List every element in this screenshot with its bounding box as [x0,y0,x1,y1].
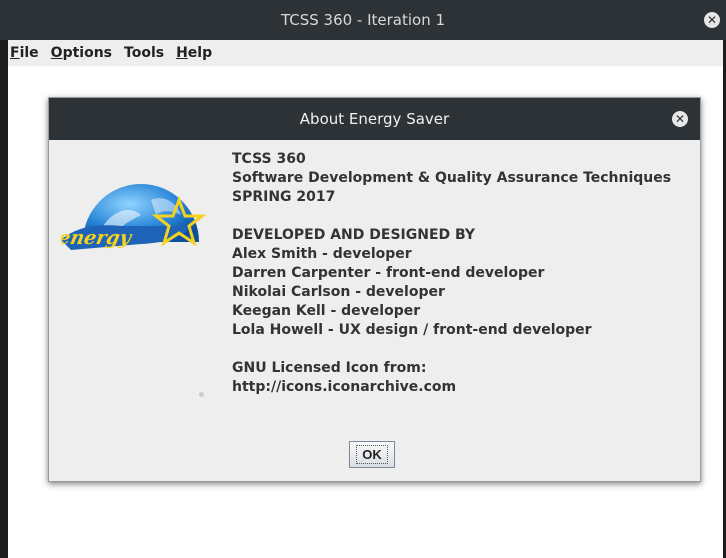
dialog-titlebar[interactable]: About Energy Saver ✕ [49,98,700,140]
close-icon[interactable]: ✕ [704,12,720,28]
window-titlebar[interactable]: TCSS 360 - Iteration 1 ✕ [0,0,726,40]
dialog-title: About Energy Saver [299,110,450,128]
about-dialog: About Energy Saver ✕ energy TCSS 360 Sof… [48,97,701,482]
msg-line: GNU Licensed Icon from: [232,360,427,376]
menu-options[interactable]: Options [51,45,112,61]
msg-line: DEVELOPED AND DESIGNED BY [232,227,476,243]
msg-line: Lola Howell - UX design / front-end deve… [232,322,592,338]
msg-line: SPRING 2017 [232,189,336,205]
window-title: TCSS 360 - Iteration 1 [280,11,446,29]
msg-line: Keegan Kell - developer [232,303,421,319]
msg-line: Nikolai Carlson - developer [232,284,445,300]
msg-line: TCSS 360 [232,151,306,167]
msg-line: Software Development & Quality Assurance… [232,170,672,186]
msg-line: http://icons.iconarchive.com [232,379,457,395]
menu-help[interactable]: Help [176,45,212,61]
ok-button-label: OK [356,445,388,464]
logo-text: energy [61,226,135,249]
about-message: TCSS 360 Software Development & Quality … [232,150,702,397]
menubar: File Options Tools Help [8,40,723,66]
msg-line: Darren Carpenter - front-end developer [232,265,545,281]
ok-button[interactable]: OK [349,441,395,468]
menu-tools[interactable]: Tools [124,45,164,61]
msg-line: Alex Smith - developer [232,246,412,262]
dot-icon [199,392,204,397]
dialog-close-icon[interactable]: ✕ [672,111,688,127]
energy-star-logo-icon: energy [61,184,207,250]
menu-file[interactable]: File [10,45,39,61]
